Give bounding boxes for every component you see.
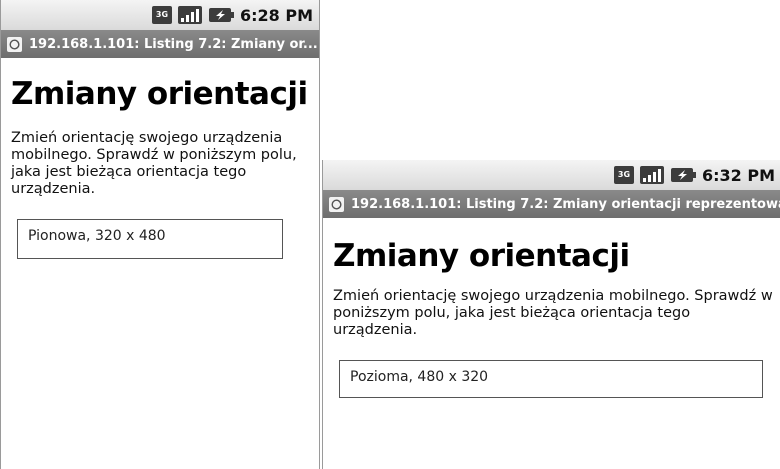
3g-icon: 3G [151,6,172,24]
status-clock: 6:32 PM [701,165,775,185]
page-heading: Zmiany orientacji [11,76,308,112]
status-clock: 6:28 PM [239,5,313,25]
instructions-text: Zmień orientację swojego urządzenia mobi… [333,288,773,338]
orientation-field: Pozioma, 480 x 320 [339,360,763,398]
landscape-phone-screen: 3G 6:32 PM 192.168.1.101: Listing 7.2: Z… [322,160,780,469]
signal-strength-icon [177,6,202,24]
browser-title-bar: 192.168.1.101: Listing 7.2: Zmiany orien… [323,190,780,218]
battery-charging-icon [208,7,234,23]
3g-icon: 3G [613,166,634,184]
page-heading: Zmiany orientacji [333,238,630,274]
status-bar: 3G 6:32 PM [323,160,780,190]
browser-globe-icon [329,196,344,212]
battery-charging-icon [670,167,696,183]
browser-globe-icon [7,36,22,52]
page-title-text: 192.168.1.101: Listing 7.2: Zmiany orien… [351,196,780,212]
browser-title-bar: 192.168.1.101: Listing 7.2: Zmiany or... [1,30,319,58]
status-bar: 3G 6:28 PM [1,0,319,30]
orientation-field: Pionowa, 320 x 480 [17,219,283,259]
signal-strength-icon [639,166,664,184]
page-content: Zmiany orientacji Zmień orientację swoje… [323,238,780,339]
portrait-phone-screen: 3G 6:28 PM 192.168.1.101: Listing 7.2: Z… [0,0,320,469]
page-title-text: 192.168.1.101: Listing 7.2: Zmiany or... [29,36,318,52]
instructions-text: Zmień orientację swojego urządzenia mobi… [11,130,297,197]
page-content: Zmiany orientacji Zmień orientację swoje… [1,76,319,198]
